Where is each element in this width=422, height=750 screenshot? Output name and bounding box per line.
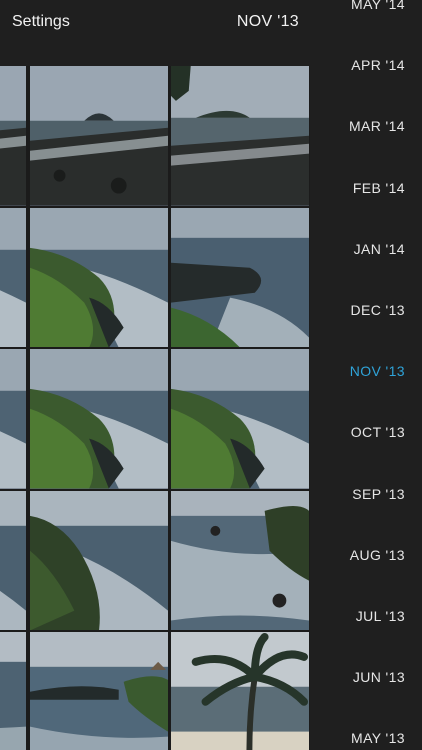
photo-image	[30, 66, 168, 206]
timeline-month-item[interactable]: OCT '13	[351, 424, 405, 440]
month-timeline[interactable]: MAY '14 APR '14 MAR '14 FEB '14 JAN '14 DEC '…	[310, 0, 422, 750]
photo-thumbnail[interactable]	[0, 349, 26, 489]
photo-thumbnail[interactable]	[30, 490, 168, 630]
photo-image	[30, 490, 168, 630]
gallery-header: Settings NOV '13	[0, 0, 310, 66]
photo-image	[171, 66, 309, 206]
settings-button[interactable]: Settings	[12, 13, 70, 31]
timeline-month-item[interactable]: AUG '13	[350, 547, 405, 563]
photo-image	[30, 632, 168, 750]
photo-image	[171, 349, 309, 489]
photo-thumbnail[interactable]	[30, 207, 168, 347]
photo-thumbnail[interactable]	[0, 490, 26, 630]
photo-thumbnail[interactable]	[30, 632, 168, 750]
photo-image	[171, 490, 309, 630]
photo-thumbnail[interactable]	[0, 632, 26, 750]
timeline-month-item[interactable]: DEC '13	[351, 302, 406, 318]
timeline-month-item[interactable]: JAN '14	[354, 241, 405, 257]
photo-thumbnail[interactable]	[171, 349, 309, 489]
photo-image	[171, 207, 309, 347]
timeline-month-item[interactable]: MAR '14	[349, 118, 405, 134]
photo-image	[0, 66, 26, 206]
photo-thumbnail[interactable]	[171, 490, 309, 630]
photo-thumbnail[interactable]	[30, 349, 168, 489]
photo-image	[30, 349, 168, 489]
photo-image	[0, 490, 26, 630]
timeline-month-item[interactable]: FEB '14	[353, 180, 405, 196]
timeline-month-item[interactable]: MAY '13	[351, 730, 405, 746]
photo-thumbnail[interactable]	[171, 207, 309, 347]
photo-image	[0, 207, 26, 347]
photo-thumbnail[interactable]	[0, 207, 26, 347]
photo-image	[0, 349, 26, 489]
timeline-month-item[interactable]: JUL '13	[356, 608, 405, 624]
timeline-month-item[interactable]: JUN '13	[353, 669, 405, 685]
photo-thumbnail[interactable]	[171, 66, 309, 206]
photo-image	[30, 207, 168, 347]
photo-image	[171, 632, 309, 750]
photo-thumbnail[interactable]	[171, 632, 309, 750]
timeline-month-item[interactable]: MAY '14	[351, 0, 405, 12]
photo-gallery: Settings NOV '13	[0, 0, 310, 750]
photo-grid	[0, 66, 310, 750]
timeline-month-item[interactable]: APR '14	[351, 57, 405, 73]
photo-browser-app: Settings NOV '13 MAY '14 APR '14 MAR '14 FE…	[0, 0, 422, 750]
photo-image	[0, 632, 26, 750]
timeline-month-item[interactable]: SEP '13	[352, 486, 405, 502]
photo-thumbnail[interactable]	[0, 66, 26, 206]
photo-thumbnail[interactable]	[30, 66, 168, 206]
current-month-label: NOV '13	[236, 13, 299, 30]
timeline-month-item[interactable]: NOV '13	[350, 363, 405, 379]
